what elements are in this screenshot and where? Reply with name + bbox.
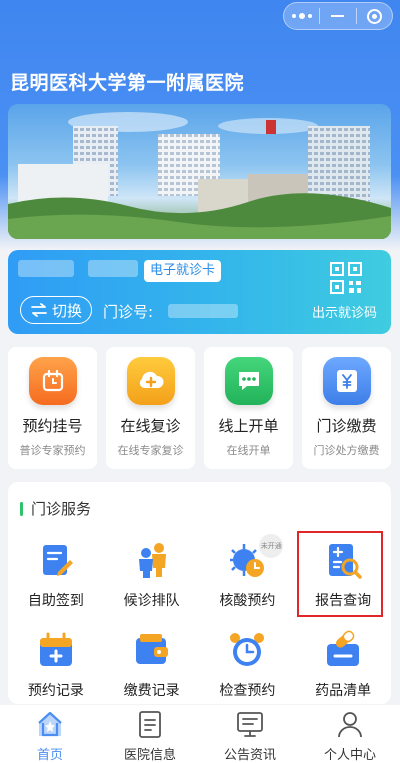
switch-card-button[interactable]: 切换 bbox=[20, 296, 92, 324]
quick-sub: 普诊专家预约 bbox=[19, 444, 86, 457]
electronic-visit-card[interactable]: 电子就诊卡 切换 门诊号: 出示就诊码 bbox=[8, 250, 391, 334]
minimize-button[interactable] bbox=[320, 3, 355, 29]
service-nucleic-test[interactable]: 未开通 核酸预约 bbox=[200, 534, 296, 612]
ecard-tag: 电子就诊卡 bbox=[144, 260, 222, 282]
switch-arrows-icon bbox=[31, 303, 47, 317]
service-medicine-list[interactable]: 药品清单 bbox=[295, 626, 391, 702]
calendar-plus-icon bbox=[39, 632, 72, 666]
notice-board-icon bbox=[237, 712, 263, 737]
service-label: 候诊排队 bbox=[123, 593, 180, 609]
user-icon bbox=[338, 712, 362, 738]
service-appointment-records[interactable]: 预约记录 bbox=[8, 626, 104, 702]
service-label: 报告查询 bbox=[315, 593, 372, 609]
service-exam-appointment[interactable]: 检查预约 bbox=[200, 626, 296, 702]
report-search-icon bbox=[329, 544, 362, 579]
clinic-number-label: 门诊号: bbox=[103, 303, 154, 321]
quick-label: 在线复诊 bbox=[120, 417, 181, 435]
minimize-icon bbox=[331, 15, 345, 17]
virus-clock-icon bbox=[230, 544, 265, 577]
quick-label: 线上开单 bbox=[218, 417, 279, 435]
quick-label: 门诊缴费 bbox=[316, 417, 377, 435]
bottom-tab-bar: 首页 医院信息 公告资讯 个人中心 bbox=[0, 705, 400, 763]
outpatient-services: 门诊服务 自助签到 候诊排队 未开通 核酸预约 报告查询 预约记录 缴费记录 检… bbox=[8, 482, 391, 704]
hospital-banner-image bbox=[8, 104, 391, 239]
tab-home[interactable]: 首页 bbox=[0, 705, 100, 763]
edit-document-icon bbox=[42, 545, 73, 576]
service-label: 缴费记录 bbox=[123, 683, 180, 699]
service-label: 自助签到 bbox=[27, 593, 84, 609]
alarm-clock-icon bbox=[28, 357, 77, 405]
qr-code-icon[interactable] bbox=[330, 262, 362, 294]
more-dots-icon bbox=[291, 13, 312, 19]
quick-actions: 预约挂号 普诊专家预约 在线复诊 在线专家复诊 线上开单 在线开单 门诊缴费 门… bbox=[8, 347, 391, 469]
tab-label: 首页 bbox=[36, 748, 63, 763]
quick-item-online-order[interactable]: 线上开单 在线开单 bbox=[204, 347, 293, 469]
service-label: 检查预约 bbox=[219, 683, 276, 699]
medicine-icon bbox=[327, 630, 360, 666]
tab-personal-center[interactable]: 个人中心 bbox=[300, 705, 400, 763]
cloud-plus-icon bbox=[126, 357, 175, 405]
service-report-query[interactable]: 报告查询 bbox=[295, 531, 391, 617]
quick-sub: 在线专家复诊 bbox=[117, 444, 184, 457]
masked-patient-id bbox=[88, 260, 138, 277]
service-payment-records[interactable]: 缴费记录 bbox=[104, 626, 200, 702]
quick-item-payment[interactable]: 门诊缴费 门诊处方缴费 bbox=[302, 347, 391, 469]
masked-clinic-number bbox=[168, 304, 238, 318]
section-title: 门诊服务 bbox=[31, 500, 92, 518]
quick-item-appointment[interactable]: 预约挂号 普诊专家预约 bbox=[8, 347, 97, 469]
mini-program-capsule bbox=[283, 2, 393, 30]
quick-sub: 在线开单 bbox=[226, 444, 271, 457]
show-code-label[interactable]: 出示就诊码 bbox=[312, 302, 377, 321]
masked-patient-name bbox=[18, 260, 74, 277]
close-button[interactable] bbox=[357, 3, 392, 29]
queue-people-icon bbox=[138, 543, 166, 578]
service-label: 预约记录 bbox=[27, 683, 84, 699]
quick-label: 预约挂号 bbox=[22, 417, 83, 435]
quick-sub: 门诊处方缴费 bbox=[313, 444, 380, 457]
tab-label: 公告资讯 bbox=[223, 748, 276, 763]
wallet-icon bbox=[135, 634, 168, 664]
tab-notice[interactable]: 公告资讯 bbox=[200, 705, 300, 763]
home-icon bbox=[38, 711, 62, 737]
yen-bill-icon bbox=[322, 357, 371, 405]
service-self-checkin[interactable]: 自助签到 bbox=[8, 536, 104, 612]
target-close-icon bbox=[366, 8, 382, 24]
chat-bubble-icon bbox=[224, 357, 273, 405]
service-queue[interactable]: 候诊排队 bbox=[104, 536, 200, 612]
alarm-clock-icon bbox=[230, 633, 265, 666]
service-label: 药品清单 bbox=[315, 683, 372, 699]
page-title: 昆明医科大学第一附属医院 bbox=[10, 73, 245, 94]
section-accent-bar bbox=[20, 501, 23, 516]
tab-label: 个人中心 bbox=[323, 748, 376, 763]
tab-label: 医院信息 bbox=[123, 748, 176, 763]
tab-hospital-info[interactable]: 医院信息 bbox=[100, 705, 200, 763]
hospital-info-icon bbox=[139, 711, 161, 738]
service-label: 核酸预约 bbox=[219, 593, 276, 609]
quick-item-revisit[interactable]: 在线复诊 在线专家复诊 bbox=[106, 347, 195, 469]
switch-label: 切换 bbox=[51, 301, 82, 320]
more-menu-button[interactable] bbox=[284, 3, 319, 29]
